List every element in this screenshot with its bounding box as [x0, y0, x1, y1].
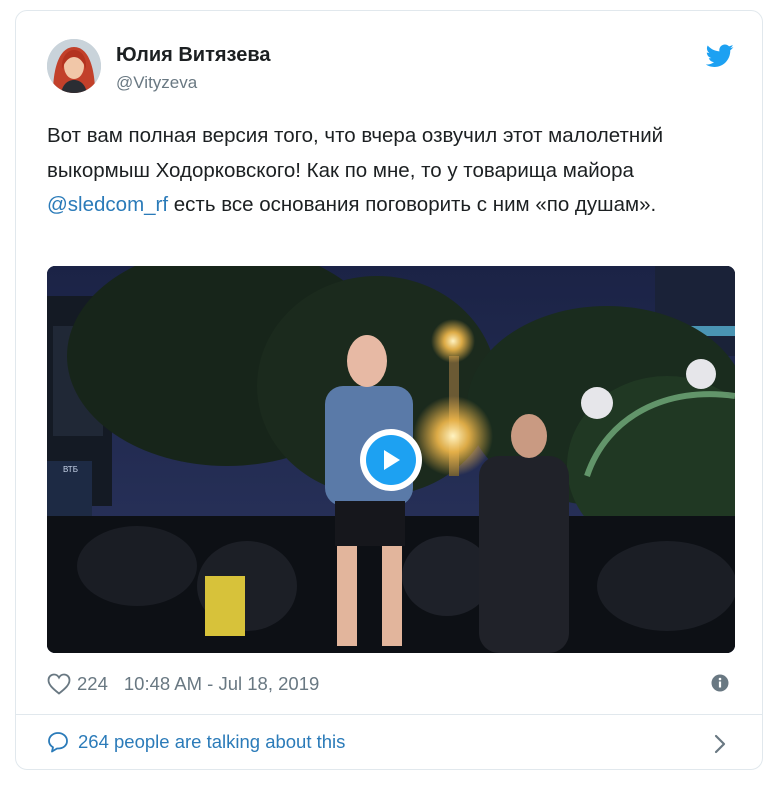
- twitter-bird-icon[interactable]: [706, 44, 734, 68]
- bank-sign-text: ВТБ: [63, 465, 78, 474]
- comment-bubble-icon: [48, 732, 68, 753]
- tweet-text-after: есть все основания поговорить с ним «по …: [168, 193, 657, 216]
- tweet-meta: 224 10:48 AM - Jul 18, 2019: [47, 671, 319, 697]
- play-button-circle: [366, 435, 416, 485]
- info-icon[interactable]: [711, 674, 729, 692]
- like-count[interactable]: 224: [77, 673, 108, 695]
- play-button[interactable]: [360, 429, 422, 491]
- timestamp[interactable]: 10:48 AM - Jul 18, 2019: [124, 673, 319, 695]
- author-name[interactable]: Юлия Витязева: [116, 44, 271, 67]
- tweet-card: Юлия Витязева @Vityzeva Вот вам полная в…: [15, 10, 763, 770]
- video-player[interactable]: ВТБ: [47, 266, 735, 653]
- tweet-text: Вот вам полная версия того, что вчера оз…: [47, 119, 727, 223]
- chevron-right-icon[interactable]: [713, 733, 727, 755]
- play-icon: [384, 450, 400, 470]
- avatar[interactable]: [47, 39, 101, 93]
- conversation-link[interactable]: 264 people are talking about this: [47, 731, 345, 753]
- profile-photo-icon: [47, 39, 101, 93]
- author-handle[interactable]: @Vityzeva: [116, 73, 197, 93]
- mention-link[interactable]: @sledcom_rf: [47, 193, 168, 216]
- talking-text: 264 people are talking about this: [78, 731, 346, 752]
- divider: [16, 714, 762, 715]
- tweet-text-before: Вот вам полная версия того, что вчера оз…: [47, 124, 664, 182]
- heart-icon[interactable]: [47, 673, 71, 695]
